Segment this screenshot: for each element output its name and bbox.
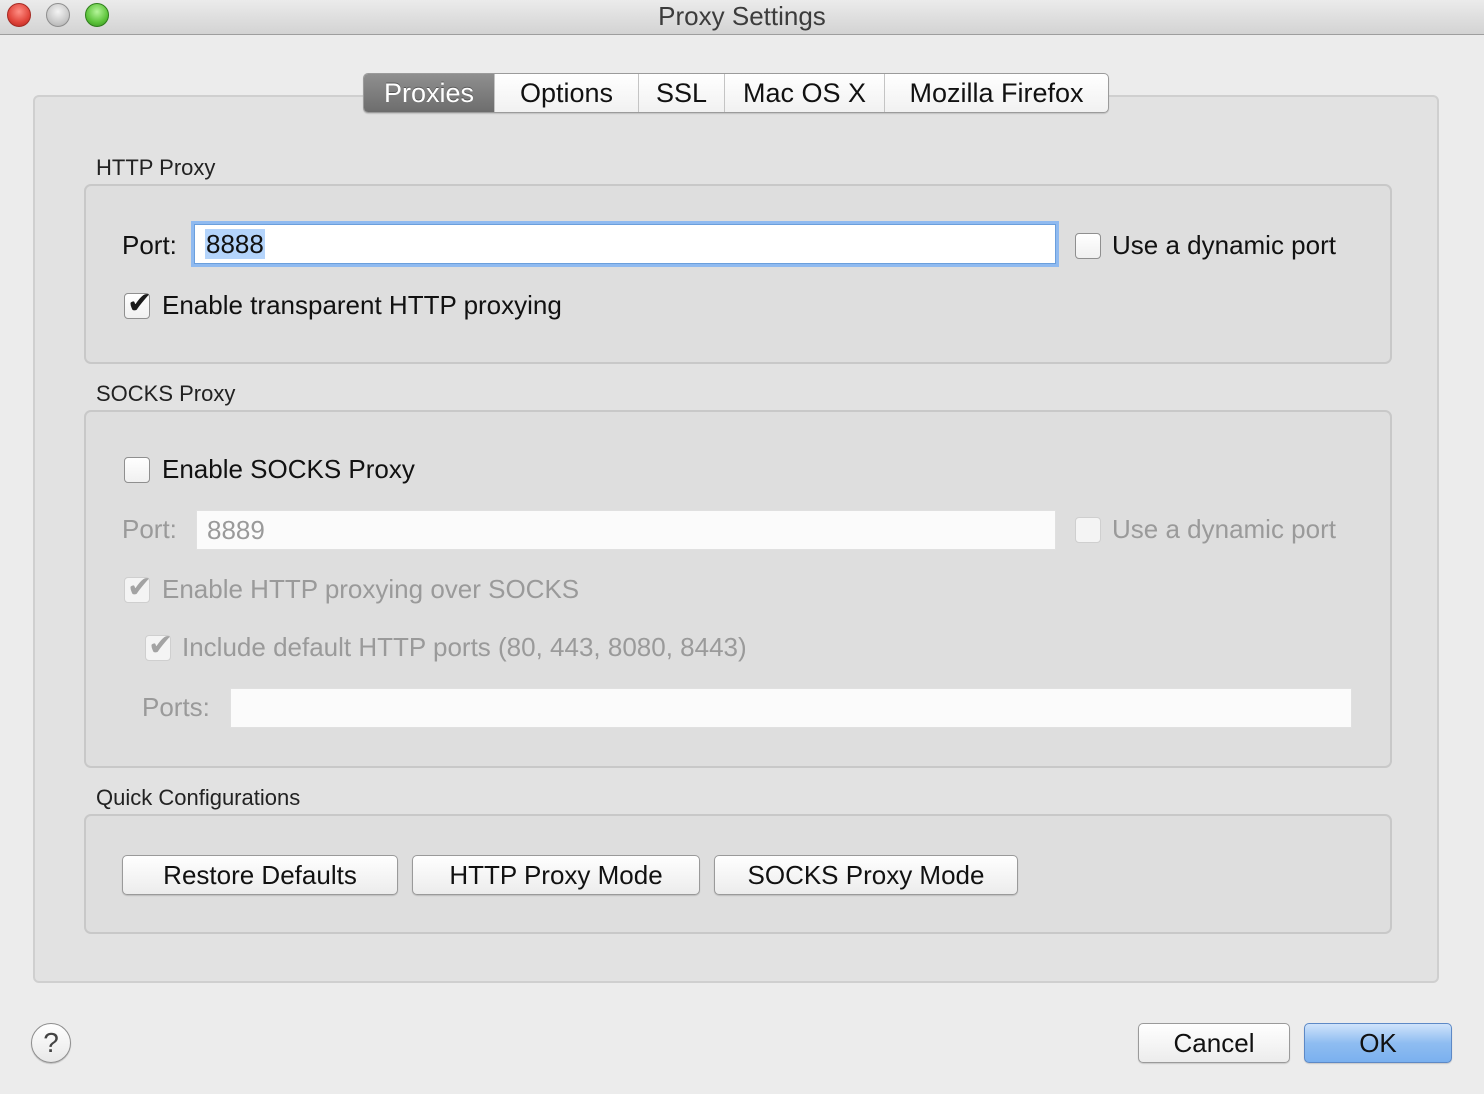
restore-defaults-button[interactable]: Restore Defaults	[122, 855, 398, 895]
socks-dynamic-port-checkbox[interactable]	[1075, 517, 1101, 543]
title-bar: Proxy Settings	[0, 0, 1484, 35]
ok-button[interactable]: OK	[1304, 1023, 1452, 1063]
tab-proxies[interactable]: Proxies	[364, 74, 494, 112]
http-proxy-group	[84, 184, 1392, 364]
transparent-proxying-checkbox[interactable]: ✔	[124, 286, 152, 321]
http-over-socks-checkbox[interactable]: ✔	[124, 570, 152, 605]
checkmark-icon: ✔	[148, 628, 174, 663]
tab-ssl[interactable]: SSL	[638, 74, 724, 112]
checkmark-icon: ✔	[127, 286, 153, 321]
http-dynamic-port-label: Use a dynamic port	[1112, 230, 1336, 260]
http-dynamic-port-checkbox[interactable]	[1075, 233, 1101, 259]
http-proxy-section-label: HTTP Proxy	[96, 155, 216, 180]
transparent-proxying-label: Enable transparent HTTP proxying	[162, 290, 562, 320]
cancel-button[interactable]: Cancel	[1138, 1023, 1290, 1063]
socks-port-label: Port:	[122, 514, 177, 544]
http-over-socks-label: Enable HTTP proxying over SOCKS	[162, 574, 580, 604]
checkmark-icon: ✔	[127, 570, 153, 605]
socks-port-value: 8889	[207, 515, 265, 545]
tab-options[interactable]: Options	[494, 74, 638, 112]
include-default-ports-label: Include default HTTP ports (80, 443, 808…	[182, 632, 747, 662]
socks-proxy-mode-button[interactable]: SOCKS Proxy Mode	[714, 855, 1018, 895]
socks-port-field[interactable]: 8889	[196, 510, 1056, 550]
http-proxy-mode-button[interactable]: HTTP Proxy Mode	[412, 855, 700, 895]
proxy-settings-window: Proxy Settings Proxies Options SSL Mac O…	[0, 0, 1484, 1094]
quick-config-section-label: Quick Configurations	[96, 785, 301, 810]
http-port-label: Port:	[122, 230, 177, 260]
tab-bar: Proxies Options SSL Mac OS X Mozilla Fir…	[363, 73, 1109, 113]
http-port-value: 8888	[205, 229, 265, 259]
enable-socks-checkbox[interactable]	[124, 457, 150, 483]
socks-dynamic-port-label: Use a dynamic port	[1112, 514, 1336, 544]
window-title: Proxy Settings	[658, 1, 826, 31]
ports-field[interactable]	[230, 688, 1352, 728]
http-port-field[interactable]: 8888	[194, 224, 1056, 264]
include-default-ports-checkbox[interactable]: ✔	[145, 628, 173, 663]
tab-mozilla-firefox[interactable]: Mozilla Firefox	[884, 74, 1108, 112]
tab-mac-os-x[interactable]: Mac OS X	[724, 74, 884, 112]
help-icon[interactable]: ?	[31, 1023, 71, 1063]
ports-label: Ports:	[142, 692, 210, 722]
socks-proxy-section-label: SOCKS Proxy	[96, 381, 236, 406]
enable-socks-label: Enable SOCKS Proxy	[162, 454, 415, 484]
